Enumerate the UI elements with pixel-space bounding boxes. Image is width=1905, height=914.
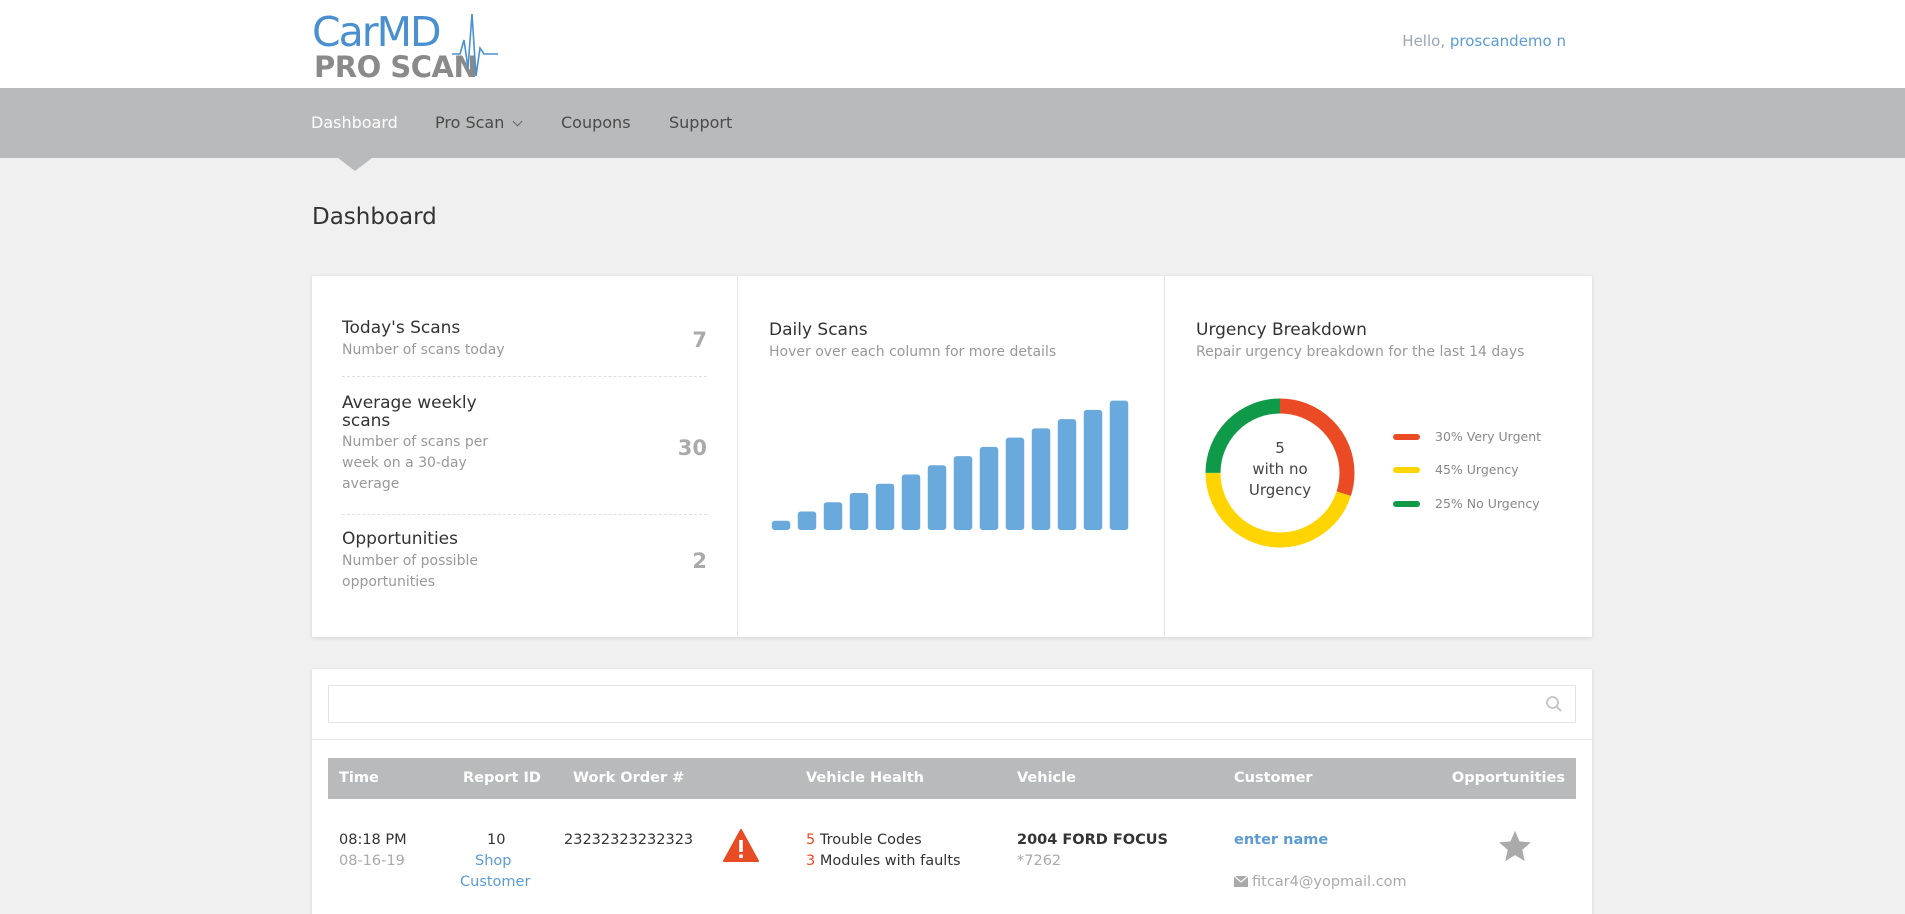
col-time[interactable]: Time [339, 770, 379, 786]
col-opportunities[interactable]: Opportunities [1452, 770, 1565, 786]
stat-title: Opportunities [342, 529, 458, 549]
chevron-down-icon [512, 116, 523, 127]
trouble-label: Trouble Codes [819, 832, 922, 848]
legend-swatch [1393, 467, 1420, 473]
donut-center-label: 5 with no Urgency [1205, 438, 1355, 501]
report-shop-link[interactable]: Shop [475, 853, 511, 869]
stats-card: Today's Scans Number of scans today 7 Av… [312, 276, 1592, 637]
nav-coupons[interactable]: Coupons [561, 113, 631, 132]
header: CarMD PRO SCAN Hello, proscandemo n [0, 0, 1905, 88]
col-report-id[interactable]: Report ID [463, 770, 541, 786]
col-vehicle[interactable]: Vehicle [1017, 770, 1076, 786]
col-customer[interactable]: Customer [1234, 770, 1313, 786]
stat-desc-line3: average [342, 476, 400, 492]
row-vin-suffix: *7262 [1017, 853, 1062, 869]
nav-support[interactable]: Support [669, 113, 732, 132]
star-icon[interactable] [1498, 830, 1532, 863]
nav-pro-scan[interactable]: Pro Scan [435, 113, 523, 132]
col-vehicle-health[interactable]: Vehicle Health [806, 770, 924, 786]
col-work-order[interactable]: Work Order # [573, 770, 684, 786]
summary-column: Today's Scans Number of scans today 7 Av… [312, 276, 738, 637]
row-trouble-codes: 5 Trouble Codes [806, 832, 922, 848]
stat-desc-line1: Number of scans per [342, 434, 489, 450]
daily-scans-column: Daily Scans Hover over each column for m… [738, 276, 1165, 637]
customer-email: fitcar4@yopmail.com [1233, 874, 1407, 890]
legend-swatch [1393, 501, 1420, 507]
donut-center-line2: with no [1252, 460, 1308, 478]
warning-icon [723, 829, 759, 862]
stat-title-line1: Average weekly [342, 393, 477, 413]
row-modules: 3 Modules with faults [806, 853, 961, 869]
scans-table-card: Time Report ID Work Order # Vehicle Heal… [312, 669, 1592, 914]
envelope-icon [1233, 875, 1249, 887]
trouble-count: 5 [806, 832, 816, 848]
daily-scans-bar[interactable] [875, 483, 895, 530]
active-nav-pointer [338, 158, 372, 171]
daily-scans-bar[interactable] [1083, 409, 1103, 530]
heartbeat-icon [452, 13, 498, 77]
stat-value: 7 [692, 328, 707, 352]
urgency-title: Urgency Breakdown [1196, 320, 1367, 340]
daily-scans-bar[interactable] [1005, 437, 1025, 530]
greeting-label: Hello, [1402, 32, 1446, 50]
row-date: 08-16-19 [339, 853, 405, 869]
daily-scans-bar[interactable] [979, 446, 999, 530]
daily-scans-bar[interactable] [797, 511, 817, 530]
stat-value: 30 [677, 436, 707, 460]
daily-scans-bar[interactable] [1031, 428, 1051, 530]
divider [312, 739, 1592, 740]
daily-scans-bar[interactable] [1109, 400, 1129, 530]
row-work-order: 23232323232323 [564, 832, 694, 848]
stat-value: 2 [692, 549, 707, 573]
user-greeting: Hello, proscandemo n [1402, 32, 1566, 50]
stat-opportunities: Opportunities Number of possible opportu… [342, 529, 707, 593]
modules-count: 3 [806, 853, 816, 869]
search-icon[interactable] [1545, 695, 1563, 713]
daily-scans-bar[interactable] [953, 456, 973, 530]
main-nav: Dashboard Pro Scan Coupons Support [0, 88, 1905, 158]
customer-email-text: fitcar4@yopmail.com [1252, 874, 1407, 890]
stat-desc-line1: Number of possible [342, 553, 478, 569]
stat-avg-weekly: Average weekly scans Number of scans per… [342, 393, 707, 495]
page-title: Dashboard [312, 204, 437, 230]
urgency-column: Urgency Breakdown Repair urgency breakdo… [1165, 276, 1592, 637]
search-input[interactable] [328, 685, 1576, 723]
report-customer-link[interactable]: Customer [460, 874, 530, 890]
stat-divider [342, 514, 707, 515]
daily-scans-title: Daily Scans [769, 320, 868, 340]
donut-center-count: 5 [1275, 439, 1285, 457]
stat-title: Today's Scans [342, 318, 461, 338]
legend-label: 25% No Urgency [1435, 496, 1540, 511]
daily-scans-chart [771, 400, 1129, 530]
stat-title-line2: scans [342, 411, 391, 431]
daily-scans-bar[interactable] [823, 502, 843, 530]
urgency-subtitle: Repair urgency breakdown for the last 14… [1196, 344, 1525, 360]
username-link[interactable]: proscandemo n [1450, 32, 1566, 50]
stat-desc-line2: week on a 30-day [342, 455, 467, 471]
stat-desc-line2: opportunities [342, 574, 436, 590]
customer-name-link[interactable]: enter name [1234, 832, 1328, 848]
legend-label: 45% Urgency [1435, 462, 1519, 477]
row-vehicle: 2004 FORD FOCUS [1017, 832, 1168, 848]
nav-pro-scan-label: Pro Scan [435, 113, 505, 132]
table-header: Time Report ID Work Order # Vehicle Heal… [328, 758, 1576, 799]
nav-dashboard[interactable]: Dashboard [311, 113, 398, 132]
row-time: 08:18 PM [339, 832, 407, 848]
legend-label: 30% Very Urgent [1435, 429, 1542, 444]
logo-text-top: CarMD [312, 8, 442, 56]
stat-desc: Number of scans today [342, 342, 505, 358]
stat-todays-scans: Today's Scans Number of scans today 7 [342, 318, 707, 361]
daily-scans-bar[interactable] [771, 520, 791, 530]
donut-center-line3: Urgency [1248, 481, 1312, 499]
daily-scans-bar[interactable] [1057, 419, 1077, 530]
daily-scans-subtitle: Hover over each column for more details [769, 344, 1057, 360]
daily-scans-bar[interactable] [849, 493, 869, 530]
daily-scans-bar[interactable] [927, 465, 947, 530]
daily-scans-bar[interactable] [901, 474, 921, 530]
modules-label: Modules with faults [819, 853, 961, 869]
legend-swatch [1393, 434, 1420, 440]
stat-divider [342, 376, 707, 377]
row-report-id: 10 [487, 832, 506, 848]
carmd-logo[interactable]: CarMD PRO SCAN [312, 8, 498, 84]
